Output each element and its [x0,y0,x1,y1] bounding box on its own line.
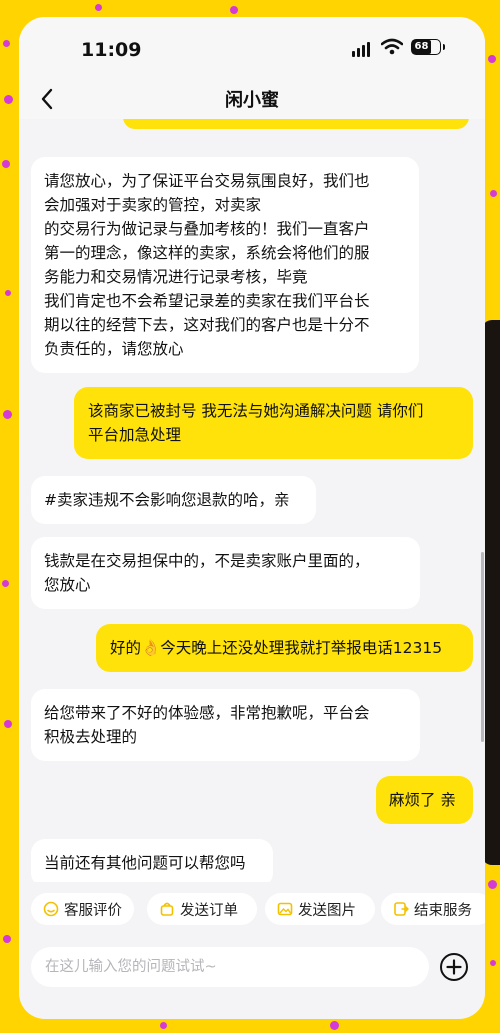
chat-scrollbar[interactable] [481,552,484,742]
confetti-dot [490,960,496,966]
message-line: 钱款是在交易担保中的，不是卖家账户里面的， [44,552,370,570]
message-line: 积极去处理的 [44,728,138,746]
confetti-dot [488,880,497,889]
message-line: 会加强对于卖家的管控，对卖家 [44,196,262,214]
message-bubble: 钱款是在交易担保中的，不是卖家账户里面的， 您放心 [31,537,420,609]
message-line: 的交易行为做记录与叠加考核的！我们一直客户 [44,220,370,238]
message-line: 期以往的经营下去，这对我们的客户也是十分不 [44,316,370,334]
confetti-dot [2,160,10,168]
message-bubble: 请您放心，为了保证平台交易氛围良好，我们也 会加强对于卖家的管控，对卖家 的交易… [31,157,419,373]
message-line: 给您带来了不好的体验感，非常抱歉呢，平台会 [44,704,370,722]
page-title: 闲小蜜 [225,90,279,111]
message-line: 第一的理念，像这样的卖家，系统会将他们的服 [44,244,370,262]
quick-action-label: 发送图片 [298,902,356,919]
message-line: 负责任的，请您放心 [44,340,184,358]
battery-cap [443,44,445,50]
quick-action-end-service[interactable]: 结束服务 [381,893,485,925]
quick-action-label: 客服评价 [64,902,122,919]
message-bubble: 该商家已被封号 我无法与她沟通解决问题 请你们 平台加急处理 [74,387,473,459]
battery-icon: 68 [411,39,441,55]
signal-icon [352,42,370,57]
message-input[interactable] [31,947,429,987]
confetti-dot [3,935,11,943]
message-bubble: 当前还有其他问题可以帮您吗 [31,839,273,882]
message-line: 务能力和交易情况进行记录考核，毕竟 [44,268,308,286]
status-bar: 11:09 68 [19,17,485,79]
confetti-dot [3,40,10,47]
confetti-dot [4,95,13,104]
confetti-dot [230,6,238,14]
message-line: 该商家已被封号 我无法与她沟通解决问题 请你们 [88,402,424,420]
message-line: 请您放心，为了保证平台交易氛围良好，我们也 [44,172,370,190]
quick-action-label: 结束服务 [414,902,472,919]
quick-actions-bar: 客服评价 发送订单 发送图片 结束服务 [19,892,485,932]
message-line: 好的👌今天晚上还没处理我就打举报电话12315 [110,639,443,657]
message-bubble: 好的👌今天晚上还没处理我就打举报电话12315 [96,624,473,672]
wifi-icon [381,38,403,55]
message-line: 平台加急处理 [88,426,182,444]
quick-action-rate-service[interactable]: 客服评价 [31,893,134,925]
quick-action-send-image[interactable]: 发送图片 [265,893,375,925]
message-line: 您放心 [44,576,91,594]
status-time: 11:09 [81,39,142,61]
confetti-dot [4,720,12,728]
message-line: 麻烦了 亲 [389,791,456,809]
phone-screen: 11:09 68 闲小蜜 请您放心，为了保证平台交易氛围良好，我们也 会加强对于… [19,17,485,1019]
quick-action-label: 发送订单 [180,902,238,919]
message-bubble-partial [123,119,469,129]
nav-bar: 闲小蜜 [19,79,485,119]
add-attachment-button[interactable] [439,952,469,982]
image-icon [277,902,293,916]
chat-area[interactable]: 请您放心，为了保证平台交易氛围良好，我们也 会加强对于卖家的管控，对卖家 的交易… [19,119,485,882]
confetti-dot [95,4,102,11]
smile-icon [43,901,59,917]
plus-circle-icon [440,953,468,981]
quick-action-send-order[interactable]: 发送订单 [147,893,257,925]
message-bubble: 麻烦了 亲 [376,776,473,824]
confetti-dot [2,580,9,587]
input-row [19,945,485,1001]
confetti-dot [5,290,11,296]
exit-icon [394,902,409,916]
bag-icon [160,902,174,916]
message-bubble: 给您带来了不好的体验感，非常抱歉呢，平台会 积极去处理的 [31,689,420,761]
message-line: #卖家违规不会影响您退款的哈，亲 [44,491,290,509]
message-line: 我们肯定也不会希望记录差的卖家在我们平台长 [44,292,370,310]
confetti-dot [330,1021,339,1030]
confetti-dot [3,410,12,419]
message-bubble: #卖家违规不会影响您退款的哈，亲 [31,476,316,524]
message-line: 当前还有其他问题可以帮您吗 [44,854,246,872]
confetti-dot [490,190,497,197]
confetti-dot [488,55,496,63]
battery-level: 68 [414,41,429,52]
confetti-dot [160,1022,167,1029]
